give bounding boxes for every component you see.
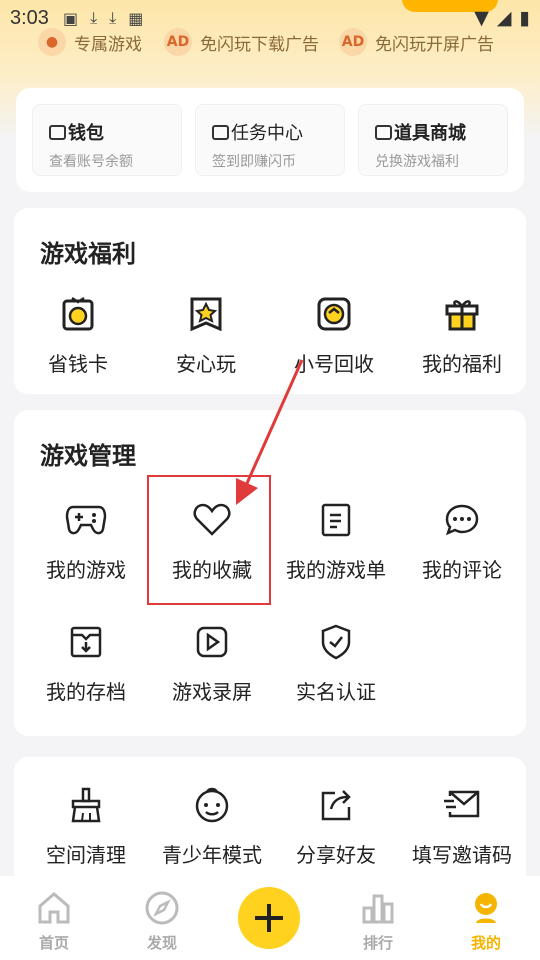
broom-icon [24,783,148,827]
game-welfare-card: 游戏福利 省钱卡 安心玩 小号回收 我的福利 [14,208,526,394]
grid-item-real-name-verification[interactable]: 实名认证 [274,620,398,705]
comment-icon [400,498,524,542]
wallet-card: 钱包 查看账号余额 任务中心 签到即赚闪币 道具商城 兑换游戏福利 [16,88,524,192]
gamepad-icon [24,498,148,542]
section-title-management: 游戏管理 [40,442,136,470]
task-center-button[interactable]: 任务中心 签到即赚闪币 [195,104,345,176]
task-list-icon [212,124,229,140]
gallery-notification-icon: ▣ [62,8,79,28]
status-time: 3:03 [10,6,49,29]
bottom-tab-bar: 首页 发现 排行 我的 [0,876,540,960]
status-bar: 3:03 ▣ ⤓ ⤓ ▦ ▼ ◢ ▮ [0,0,540,36]
tab-profile[interactable]: 我的 [446,890,526,953]
grid-item-my-comments[interactable]: 我的评论 [400,498,524,583]
share-icon [274,783,398,827]
profile-icon [475,893,497,923]
grid-item-game-recording[interactable]: 游戏录屏 [150,620,274,705]
annotation-highlight-box [147,475,271,605]
section-title-welfare: 游戏福利 [40,240,136,268]
wallet-button[interactable]: 钱包 查看账号余额 [32,104,182,176]
grid-item-my-saves[interactable]: 我的存档 [24,620,148,705]
ranking-icon [362,894,394,924]
money-card-icon [16,292,140,336]
tools-card: 空间清理 青少年模式 分享好友 填写邀请码 [14,757,526,887]
child-face-icon [150,783,274,827]
grid-item-teen-mode[interactable]: 青少年模式 [150,783,274,868]
grid-item-my-welfare[interactable]: 我的福利 [400,292,524,377]
grid-item-share-friends[interactable]: 分享好友 [274,783,398,868]
list-doc-icon [274,498,398,542]
shield-check-icon [274,620,398,664]
grid-item-my-game-lists[interactable]: 我的游戏单 [274,498,398,583]
tab-ranking[interactable]: 排行 [338,890,418,953]
recycle-icon [272,292,396,336]
grid-item-safe-play[interactable]: 安心玩 [144,292,268,377]
grid-item-my-games[interactable]: 我的游戏 [24,498,148,583]
shop-bag-icon [375,124,392,140]
create-plus-button[interactable] [238,887,300,949]
grid-item-money-card[interactable]: 省钱卡 [16,292,140,377]
item-shop-button[interactable]: 道具商城 兑换游戏福利 [358,104,508,176]
app-notification-icon: ▦ [128,8,144,28]
download-notification-icon: ⤓ [90,8,98,27]
plus-icon [255,904,283,932]
video-play-icon [150,620,274,664]
grid-item-invite-code[interactable]: 填写邀请码 [400,783,524,868]
signal-icon: ◢ [496,7,512,29]
battery-icon: ▮ [519,7,530,29]
gift-icon [400,292,524,336]
compass-icon [145,891,179,925]
grid-item-alt-account-recycle[interactable]: 小号回收 [272,292,396,377]
grid-item-space-cleanup[interactable]: 空间清理 [24,783,148,868]
tab-home[interactable]: 首页 [14,890,94,953]
save-archive-icon [24,620,148,664]
download-notification-icon: ⤓ [109,8,117,27]
invite-mail-icon [400,783,524,827]
wifi-icon: ▼ [474,7,489,29]
wallet-icon [49,124,66,140]
star-badge-icon [144,292,268,336]
tab-discover[interactable]: 发现 [122,890,202,953]
home-icon [38,892,70,924]
